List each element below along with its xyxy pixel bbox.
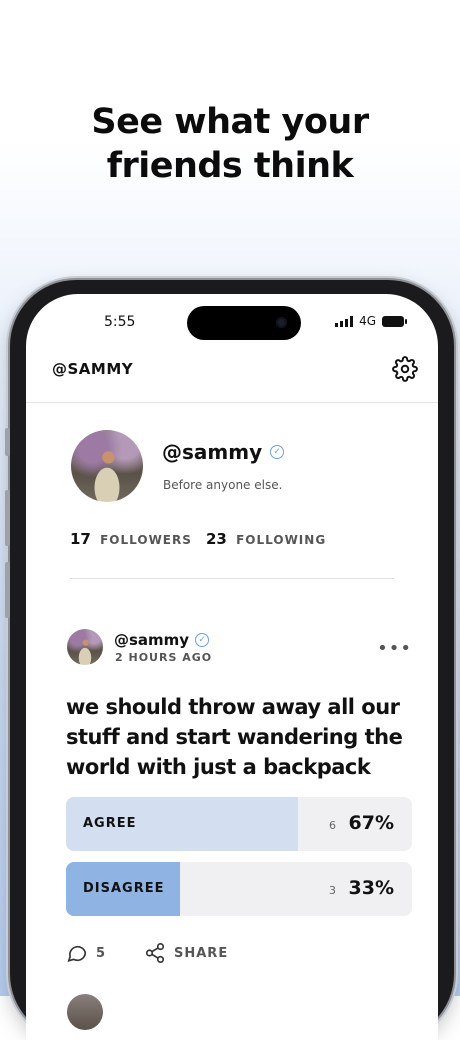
post-username-row[interactable]: @sammy ✓ [114,631,210,649]
phone-volume-up-button [5,490,10,546]
comment-count: 5 [96,945,106,961]
vote-count: 3 [329,884,336,897]
phone-frame: 5:55 4G @SAMMY @sammy ✓ Before anyone el… [5,280,454,1040]
divider [70,578,394,579]
headline-line-1: See what your [91,102,369,142]
followers-count: 17 [70,530,91,548]
profile-bio: Before anyone else. [163,478,283,492]
vote-count: 6 [329,819,336,832]
post-username: @sammy [114,631,190,649]
dynamic-island [187,306,301,340]
vote-label: AGREE [83,816,137,831]
followers-label: FOLLOWERS [100,533,192,547]
vote-label: DISAGREE [83,881,165,896]
post-avatar[interactable] [67,629,103,665]
phone-volume-down-button [5,562,10,618]
app-header: @SAMMY [26,346,438,403]
status-indicators: 4G [335,314,407,328]
promo-headline: See what your friends think [0,100,460,188]
vote-option-agree[interactable]: AGREE 6 67% [66,797,412,851]
verified-icon: ✓ [195,633,210,647]
followers-stat[interactable]: 17 FOLLOWERS [70,530,192,548]
following-count: 23 [206,530,227,548]
comment-icon [67,945,87,963]
post-text: we should throw away all our stuff and s… [66,695,403,779]
profile-avatar[interactable] [71,430,143,502]
vote-option-disagree[interactable]: DISAGREE 3 33% [66,862,412,916]
header-title: @SAMMY [52,360,134,378]
comment-button[interactable]: 5 [66,942,105,964]
signal-icon [335,315,354,327]
share-icon [145,943,165,963]
next-post-avatar[interactable] [67,994,103,1030]
battery-icon [382,315,407,327]
app-screen: 5:55 4G @SAMMY @sammy ✓ Before anyone el… [26,294,438,1040]
vote-percent: 33% [348,877,394,899]
post-actions: 5 SHARE [66,942,412,970]
post-timestamp: 2 HOURS AGO [115,651,213,664]
headline-line-2: friends think [106,146,354,186]
following-stat[interactable]: 23 FOLLOWING [206,530,326,548]
status-time: 5:55 [104,314,136,330]
verified-icon: ✓ [270,445,285,459]
network-type: 4G [359,314,376,328]
camera-icon [276,317,287,328]
profile-username: @sammy [162,440,263,464]
gear-icon[interactable] [392,356,418,382]
share-label: SHARE [174,945,229,961]
more-icon[interactable]: ••• [377,640,412,658]
share-button[interactable]: SHARE [144,942,228,964]
phone-action-button [5,428,10,456]
profile-username-row: @sammy ✓ [162,440,285,464]
following-label: FOLLOWING [236,533,327,547]
vote-percent: 67% [348,812,394,834]
